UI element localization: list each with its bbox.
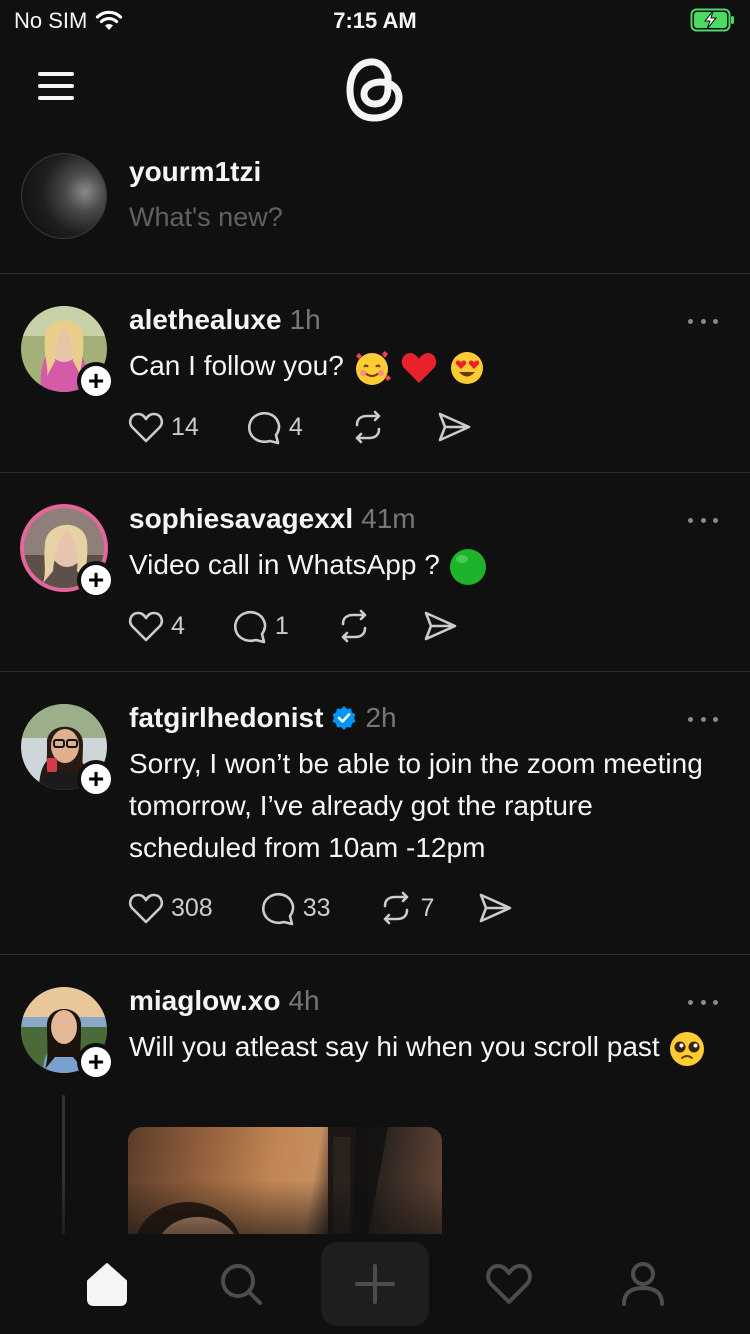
post-header: miaglow.xo 4h [129, 985, 320, 1017]
like-button[interactable]: 308 [127, 890, 213, 926]
comment-icon [233, 610, 267, 644]
reply-count: 33 [302, 893, 331, 922]
send-icon [424, 611, 457, 641]
more-options-icon[interactable] [688, 997, 718, 1007]
heart-icon [128, 893, 164, 924]
post-time: 4h [288, 985, 320, 1016]
activity-heart-icon [486, 1264, 532, 1304]
status-bar: No SIM 7:15 AM [0, 0, 750, 40]
new-thread-input[interactable]: What's new? [129, 202, 529, 233]
composer-username: yourm1tzi [129, 156, 262, 187]
post-item[interactable]: + sophiesavagexxl 41m Video call in What… [0, 473, 750, 672]
post-header: sophiesavagexxl 41m [129, 503, 416, 535]
reply-button[interactable]: 33 [259, 890, 331, 926]
home-icon [87, 1263, 127, 1306]
like-count: 4 [171, 611, 185, 640]
post-item[interactable]: + alethealuxe 1h Can I follow you? 14 4 [0, 274, 750, 473]
post-text-row: Will you atleast say hi when you scroll … [129, 1026, 724, 1069]
profile-icon [622, 1262, 664, 1306]
post-actions: 14 4 [127, 407, 473, 447]
post-time: 2h [365, 702, 397, 733]
post-header: alethealuxe 1h [129, 304, 321, 336]
top-bar [0, 50, 750, 130]
repost-button[interactable]: 7 [377, 890, 435, 926]
repost-icon [383, 891, 408, 925]
post-time: 1h [289, 304, 321, 335]
clock: 7:15 AM [333, 8, 417, 33]
heart-icon [128, 412, 164, 443]
follow-plus-button[interactable]: + [77, 760, 115, 798]
tab-activity[interactable] [464, 1242, 554, 1326]
follow-plus-button[interactable]: + [77, 362, 115, 400]
new-post-icon [355, 1264, 395, 1304]
tab-home[interactable] [62, 1242, 152, 1326]
reply-count: 4 [288, 412, 303, 441]
like-button[interactable]: 4 [127, 608, 185, 644]
like-count: 308 [171, 893, 213, 922]
red-heart-icon [402, 352, 437, 383]
verified-badge-icon [332, 706, 356, 730]
repost-icon [341, 609, 367, 643]
avatar-wrapper[interactable]: + [21, 704, 115, 798]
repost-count: 7 [420, 893, 435, 922]
post-username[interactable]: miaglow.xo [129, 985, 280, 1017]
post-actions: 308 33 7 [127, 888, 514, 928]
tab-search[interactable] [196, 1242, 286, 1326]
post-text: Can I follow you? [129, 350, 344, 381]
post-username[interactable]: sophiesavagexxl [129, 503, 353, 535]
post-text-row: Can I follow you? [129, 345, 724, 388]
more-options-icon[interactable] [688, 515, 718, 525]
avatar[interactable] [21, 153, 107, 239]
heart-eyes-icon [451, 351, 484, 384]
threads-logo-icon[interactable] [343, 54, 407, 126]
search-icon [221, 1264, 262, 1305]
post-actions: 4 1 [127, 606, 459, 646]
repost-icon [355, 410, 381, 444]
reply-button[interactable]: 4 [245, 409, 303, 445]
repost-button[interactable] [349, 409, 393, 445]
repost-button[interactable] [335, 608, 379, 644]
send-icon [438, 412, 471, 442]
post-username[interactable]: alethealuxe [129, 304, 282, 336]
smiling-face-with-hearts-icon [355, 350, 391, 385]
tab-profile[interactable] [598, 1242, 688, 1326]
share-button[interactable] [435, 409, 473, 445]
battery-icon [690, 8, 736, 37]
avatar-wrapper[interactable]: + [21, 987, 115, 1081]
post-text-row: Video call in WhatsApp ? [129, 544, 724, 587]
green-circle-icon [449, 548, 486, 585]
comment-icon [247, 411, 281, 445]
follow-plus-button[interactable]: + [77, 561, 115, 599]
pleading-face-icon [670, 1031, 705, 1066]
post-text: Sorry, I won’t be able to join the zoom … [129, 748, 703, 863]
post-time: 41m [361, 503, 416, 534]
like-button[interactable]: 14 [127, 409, 199, 445]
scroll-fade [0, 1180, 750, 1234]
reply-button[interactable]: 1 [231, 608, 289, 644]
more-options-icon[interactable] [688, 316, 718, 326]
avatar-wrapper[interactable]: + [20, 504, 115, 599]
post-username[interactable]: fatgirlhedonist [129, 702, 323, 734]
post-text: Video call in WhatsApp ? [129, 549, 440, 580]
follow-plus-button[interactable]: + [77, 1043, 115, 1081]
comment-icon [261, 892, 295, 926]
post-text: Will you atleast say hi when you scroll … [129, 1031, 660, 1062]
composer[interactable]: yourm1tzi What's new? [0, 150, 750, 274]
avatar-wrapper[interactable]: + [21, 306, 115, 400]
like-count: 14 [171, 412, 199, 441]
post-header: fatgirlhedonist 2h [129, 702, 397, 734]
reply-count: 1 [274, 611, 289, 640]
menu-icon[interactable] [38, 72, 74, 100]
heart-icon [128, 611, 164, 642]
tab-new-post[interactable] [321, 1242, 429, 1326]
bottom-tab-bar [0, 1234, 750, 1334]
post-item[interactable]: + fatgirlhedonist 2h Sorry, I won’t be a… [0, 672, 750, 955]
send-icon [480, 893, 512, 923]
share-button[interactable] [476, 890, 514, 926]
more-options-icon[interactable] [688, 714, 718, 724]
share-button[interactable] [421, 608, 459, 644]
